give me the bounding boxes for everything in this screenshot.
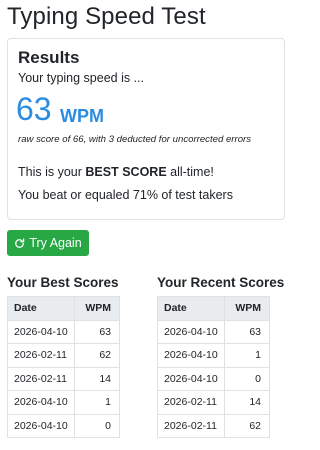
date-cell: 2026-04-10 [157, 319, 225, 344]
table-row: 2026-04-10 63 [157, 319, 270, 344]
wpm-unit: WPM [60, 106, 104, 126]
wpm-cell: 62 [224, 413, 270, 438]
results-title: Results [18, 48, 80, 67]
wpm-value: 63 [16, 91, 52, 127]
date-cell: 2026-02-11 [157, 390, 225, 415]
column-header-date: Date [157, 296, 225, 321]
recent-scores-title: Your Recent Scores [157, 275, 285, 290]
date-cell: 2026-02-11 [157, 413, 225, 438]
wpm-cell: 63 [74, 319, 120, 344]
table-row: 2026-04-10 0 [7, 413, 120, 438]
wpm-cell: 0 [224, 366, 270, 391]
date-cell: 2026-02-11 [7, 343, 75, 368]
best-score-strong: BEST SCORE [85, 165, 167, 179]
date-cell: 2026-04-10 [7, 390, 75, 415]
best-suffix: all-time! [166, 165, 214, 179]
best-score-message: This is your BEST SCORE all-time! [18, 165, 214, 179]
table-row: 2026-02-11 62 [157, 413, 270, 438]
try-again-button[interactable]: Try Again [7, 230, 89, 256]
raw-score-note: raw score of 66, with 3 deducted for unc… [18, 134, 252, 145]
column-header-wpm: WPM [224, 296, 270, 321]
recent-scores-table: Date WPM 2026-04-10 63 2026-04-10 1 2026-0… [157, 296, 270, 438]
table-row: 2026-02-11 14 [7, 366, 120, 391]
table-row: 2026-04-10 1 [7, 390, 120, 415]
best-prefix: This is your [18, 165, 86, 179]
page-title: Typing Speed Test [7, 3, 206, 30]
date-cell: 2026-04-10 [7, 413, 75, 438]
percentile-message: You beat or equaled 71% of test takers [18, 188, 233, 202]
date-cell: 2026-04-10 [7, 319, 75, 344]
table-row: 2026-04-10 63 [7, 319, 120, 344]
speed-intro-text: Your typing speed is ... [18, 71, 145, 85]
date-cell: 2026-04-10 [157, 366, 225, 391]
wpm-cell: 14 [74, 366, 120, 391]
column-header-wpm: WPM [74, 296, 120, 321]
best-scores-table: Date WPM 2026-04-10 63 2026-02-11 62 2026-… [7, 296, 120, 438]
try-again-label: Try Again [29, 236, 82, 250]
table-row: 2026-02-11 62 [7, 343, 120, 368]
results-card: Results Your typing speed is ... 63 WPM … [7, 38, 285, 220]
wpm-cell: 0 [74, 413, 120, 438]
table-row: 2026-04-10 1 [157, 343, 270, 368]
wpm-cell: 14 [224, 390, 270, 415]
refresh-icon [15, 237, 25, 248]
date-cell: 2026-04-10 [157, 343, 225, 368]
date-cell: 2026-02-11 [7, 366, 75, 391]
wpm-cell: 62 [74, 343, 120, 368]
wpm-cell: 63 [224, 319, 270, 344]
best-scores-title: Your Best Scores [7, 275, 119, 290]
wpm-cell: 1 [224, 343, 270, 368]
table-header-row: Date WPM [157, 296, 270, 321]
column-header-date: Date [7, 296, 75, 321]
table-header-row: Date WPM [7, 296, 120, 321]
table-row: 2026-02-11 14 [157, 390, 270, 415]
wpm-cell: 1 [74, 390, 120, 415]
table-row: 2026-04-10 0 [157, 366, 270, 391]
